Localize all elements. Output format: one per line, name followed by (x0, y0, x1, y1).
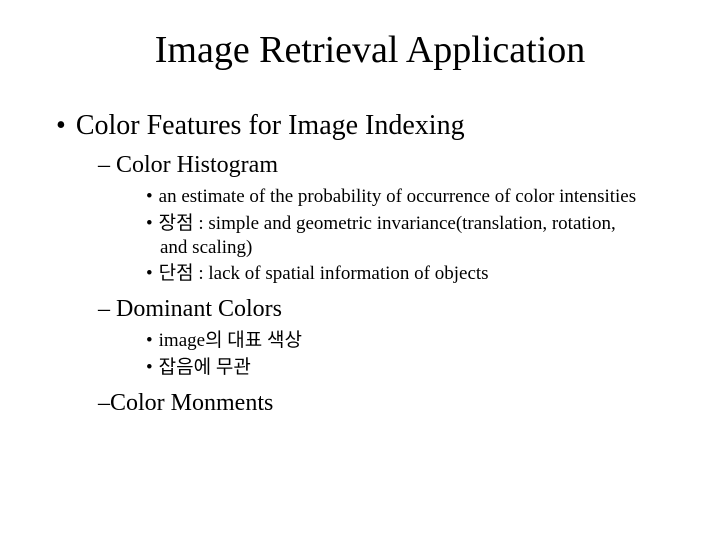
bullet-level2: –Color Histogram (98, 152, 670, 179)
l1-text: Color Features for Image Indexing (76, 110, 465, 141)
l2-text: Color Histogram (116, 152, 278, 178)
bullet-level3: •잡음에 무관 (160, 356, 670, 380)
l3-text: image의 대표 색상 (159, 330, 302, 351)
l3-text: 장점 : simple and geometric invariance(tra… (159, 213, 616, 258)
l3-text: an estimate of the probability of occurr… (159, 186, 636, 207)
bullet-level3: •장점 : simple and geometric invariance(tr… (160, 212, 670, 260)
subsection-dominant: –Dominant Colors •image의 대표 색상 •잡음에 무관 (50, 296, 670, 380)
l3-text: 단점 : lack of spatial information of obje… (159, 263, 489, 284)
dot-icon: • (146, 263, 153, 284)
l3-text: 잡음에 무관 (159, 357, 251, 378)
dot-icon: • (146, 357, 153, 378)
bullet-level3: •an estimate of the probability of occur… (160, 185, 670, 209)
l2-text: Dominant Colors (116, 296, 282, 322)
subsection-histogram: –Color Histogram •an estimate of the pro… (50, 152, 670, 286)
bullet-disc-icon: • (56, 110, 66, 141)
bullet-level3: •단점 : lack of spatial information of obj… (160, 262, 670, 286)
l2-text: Color Monments (110, 390, 273, 416)
dash-icon: – (98, 152, 110, 178)
dash-icon: – (98, 296, 110, 322)
dot-icon: • (146, 330, 153, 351)
bullet-level3: •image의 대표 색상 (160, 329, 670, 353)
slide-container: Image Retrieval Application • Color Featu… (0, 0, 720, 540)
dot-icon: • (146, 213, 153, 234)
dot-icon: • (146, 186, 153, 207)
slide-title: Image Retrieval Application (80, 28, 660, 72)
bullet-level2: –Dominant Colors (98, 296, 670, 323)
bullet-level2-cutoff: –Color Monments (98, 390, 670, 417)
dash-icon: – (98, 390, 110, 416)
bullet-level1: • Color Features for Image Indexing (56, 110, 670, 142)
